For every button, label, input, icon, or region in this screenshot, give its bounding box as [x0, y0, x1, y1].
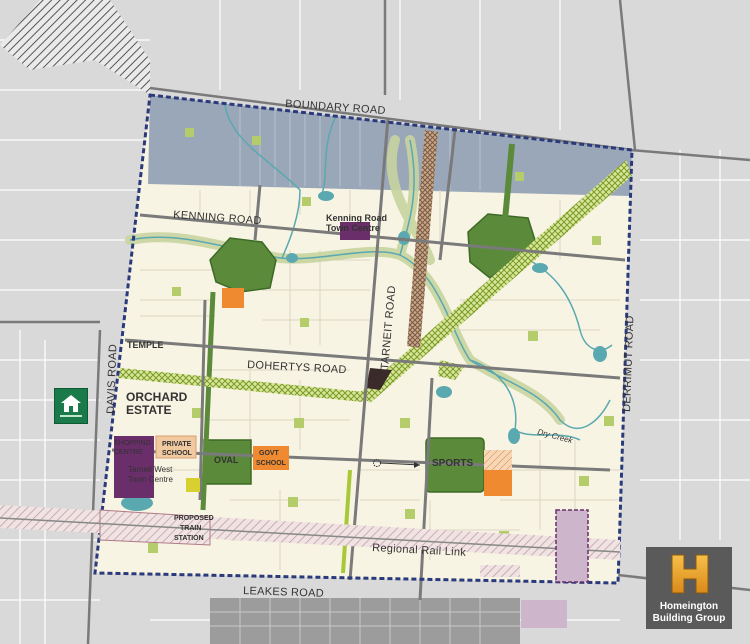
- orchard-estate-label-1: ORCHARD: [126, 390, 188, 404]
- derrimut-road-label: DERRIMUT ROAD: [621, 315, 636, 412]
- kenning-town-centre-label-1: Kenning Road: [326, 213, 387, 223]
- northwest-school: [222, 288, 244, 308]
- sports-school-hatch: [484, 450, 512, 470]
- private-school-label-2: SCHOOL: [162, 450, 193, 457]
- homeington-logo: Homeington Building Group: [646, 547, 732, 629]
- urban-area: [210, 598, 520, 644]
- govt-school-label-1: GOVT: [259, 450, 280, 457]
- sports-label: SPORTS: [432, 458, 473, 469]
- tarneit-west-label-2: Town Centre: [128, 475, 173, 484]
- northwest-hatched-corridor: [0, 0, 150, 95]
- train-station-label-3: STATION: [174, 535, 204, 542]
- oval-label: OVAL: [214, 455, 239, 465]
- small-school-block: [186, 478, 200, 492]
- orchard-estate-label-2: ESTATE: [126, 403, 172, 417]
- logo-line-2: Building Group: [652, 613, 726, 624]
- sports-school-block: [484, 470, 512, 496]
- southeast-lilac-block: [521, 600, 567, 628]
- southeast-block: [480, 565, 520, 577]
- logo-line-1: Homeington: [659, 601, 719, 612]
- precinct-map: BOUNDARY ROAD KENNING ROAD TEMPLE DOHERT…: [0, 0, 750, 644]
- leakes-road-label: LEAKES ROAD: [243, 585, 324, 600]
- kenning-town-centre-label-2: Town Centre: [326, 223, 380, 233]
- govt-school-label-2: SCHOOL: [256, 460, 287, 467]
- shopping-centre-label-2: CENTRE: [114, 449, 143, 456]
- tarneit-west-label-1: Tarneit West: [128, 465, 173, 474]
- temple-label: TEMPLE: [127, 340, 164, 350]
- east-school-block: [555, 509, 589, 583]
- private-school-label-1: PRIVATE: [162, 441, 192, 448]
- h-letter-icon: [671, 554, 709, 594]
- house-badge-icon: [54, 388, 88, 424]
- davis-road-label: DAVIS ROAD: [105, 344, 119, 414]
- train-station-label-2: TRAIN: [180, 525, 201, 532]
- shopping-centre-label-1: SHOPPING: [114, 440, 151, 447]
- train-station-label-1: PROPOSED: [174, 515, 214, 522]
